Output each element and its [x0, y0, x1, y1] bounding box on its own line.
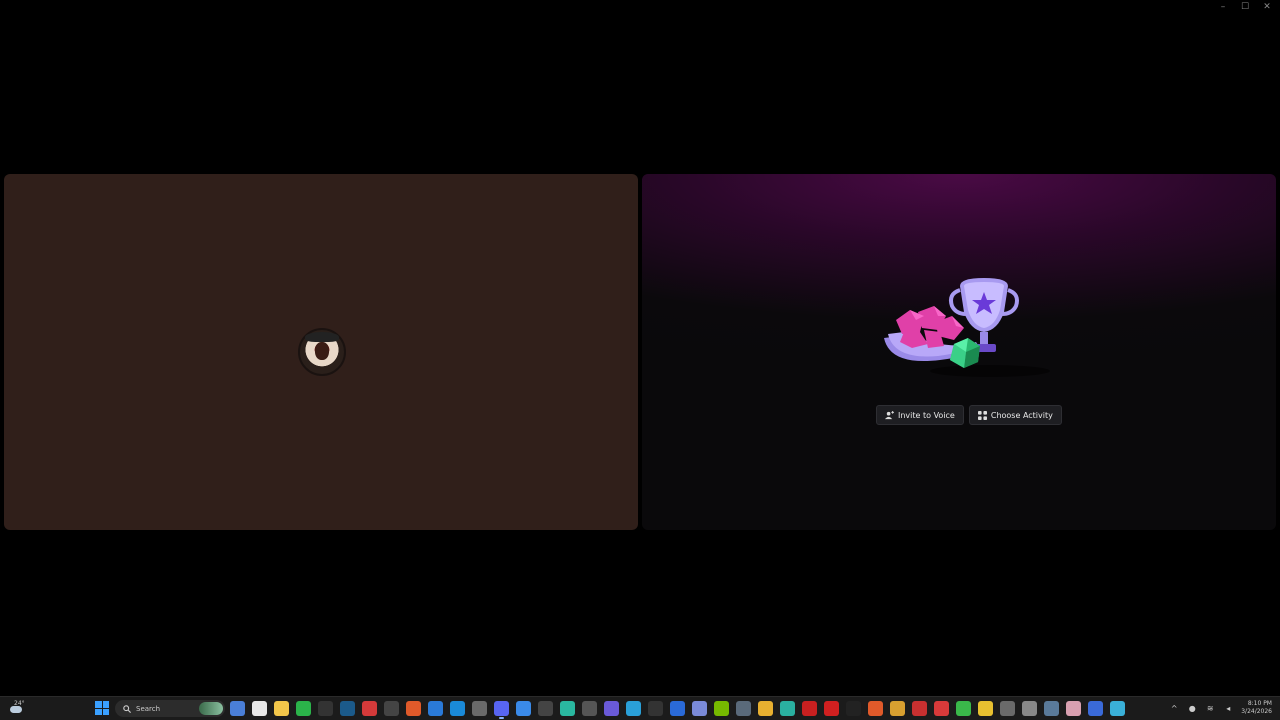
windows-logo-icon	[95, 701, 102, 708]
copilot-icon[interactable]	[230, 701, 245, 716]
red-app-icon[interactable]	[912, 701, 927, 716]
capcut-icon[interactable]	[890, 701, 905, 716]
file-explorer-icon[interactable]	[274, 701, 289, 716]
react-icon[interactable]	[538, 701, 553, 716]
store-icon[interactable]	[252, 701, 267, 716]
misc-2-icon[interactable]	[1044, 701, 1059, 716]
yellow-app-icon[interactable]	[978, 701, 993, 716]
epic-icon[interactable]	[648, 701, 663, 716]
minimize-button[interactable]: –	[1218, 2, 1228, 12]
search-highlight-icon	[199, 702, 223, 715]
terminal-icon[interactable]	[318, 701, 333, 716]
brave-2-icon[interactable]	[868, 701, 883, 716]
chrome-icon[interactable]	[758, 701, 773, 716]
brave-icon[interactable]	[406, 701, 421, 716]
clock[interactable]: 8:10 PM 3/24/2026	[1241, 700, 1272, 716]
microphone-icon[interactable]: ●	[1187, 703, 1197, 713]
gamepad-icon[interactable]	[934, 701, 949, 716]
obs-icon[interactable]	[384, 701, 399, 716]
user-avatar[interactable]	[298, 328, 346, 376]
nvidia-icon[interactable]	[714, 701, 729, 716]
window-controls: – ☐ ✕	[1218, 2, 1272, 12]
activity-actions: Invite to Voice Choose Activity	[876, 405, 1062, 425]
xbox-icon[interactable]	[296, 701, 311, 716]
misc-3-icon[interactable]	[1066, 701, 1081, 716]
clock-time: 8:10 PM	[1247, 700, 1272, 707]
invite-label: Invite to Voice	[898, 410, 955, 420]
misc-1-icon[interactable]	[1000, 701, 1015, 716]
choose-activity-label: Choose Activity	[990, 410, 1053, 420]
photos-icon[interactable]	[692, 701, 707, 716]
taskbar: 24° Search ^ ● ≋ ◂ 8:10 PM 3/24/2026	[0, 696, 1280, 720]
steam-icon[interactable]	[340, 701, 355, 716]
chrome-badge-icon[interactable]	[516, 701, 531, 716]
add-user-icon	[885, 410, 894, 419]
home-icon[interactable]	[1022, 701, 1037, 716]
system-tray: ^ ● ≋ ◂ 8:10 PM 3/24/2026	[1169, 700, 1272, 716]
clock-date: 3/24/2026	[1241, 708, 1272, 715]
misc-4-icon[interactable]	[1088, 701, 1103, 716]
weather-widget[interactable]: 24°	[8, 700, 26, 718]
edge-blue-icon[interactable]	[428, 701, 443, 716]
search-placeholder: Search	[136, 704, 161, 713]
chevron-up-icon[interactable]: ^	[1169, 703, 1179, 713]
edge-icon[interactable]	[780, 701, 795, 716]
settings-icon[interactable]	[582, 701, 597, 716]
voice-participant-tile[interactable]	[4, 174, 638, 530]
globe-icon[interactable]	[1110, 701, 1125, 716]
teal-app-icon[interactable]	[560, 701, 575, 716]
vscode-icon[interactable]	[670, 701, 685, 716]
opera-icon[interactable]	[802, 701, 817, 716]
notepad-icon[interactable]	[472, 701, 487, 716]
telegram-icon[interactable]	[626, 701, 641, 716]
acrobat-icon[interactable]	[824, 701, 839, 716]
activity-icon	[977, 410, 987, 420]
cloud-icon	[10, 706, 22, 713]
close-button[interactable]: ✕	[1262, 2, 1272, 12]
wifi-icon[interactable]: ≋	[1205, 703, 1215, 713]
activity-tile: Invite to Voice Choose Activity	[642, 174, 1276, 530]
taskbar-search[interactable]: Search	[115, 700, 225, 717]
invite-to-voice-button[interactable]: Invite to Voice	[876, 405, 964, 425]
trophy-gems-dice-illustration	[884, 278, 1050, 377]
arrow-app-icon[interactable]	[604, 701, 619, 716]
maximize-button[interactable]: ☐	[1240, 2, 1250, 12]
choose-activity-button[interactable]: Choose Activity	[968, 405, 1062, 425]
search-icon	[123, 704, 131, 713]
gear-app-icon[interactable]	[736, 701, 751, 716]
app-red-icon[interactable]	[362, 701, 377, 716]
battlenet-icon[interactable]	[450, 701, 465, 716]
green-app-icon[interactable]	[956, 701, 971, 716]
discord-icon[interactable]	[494, 701, 509, 719]
start-button[interactable]	[95, 701, 109, 715]
volume-icon[interactable]: ◂	[1223, 703, 1233, 713]
tiktok-icon[interactable]	[846, 701, 861, 716]
pinned-apps	[230, 701, 1125, 719]
